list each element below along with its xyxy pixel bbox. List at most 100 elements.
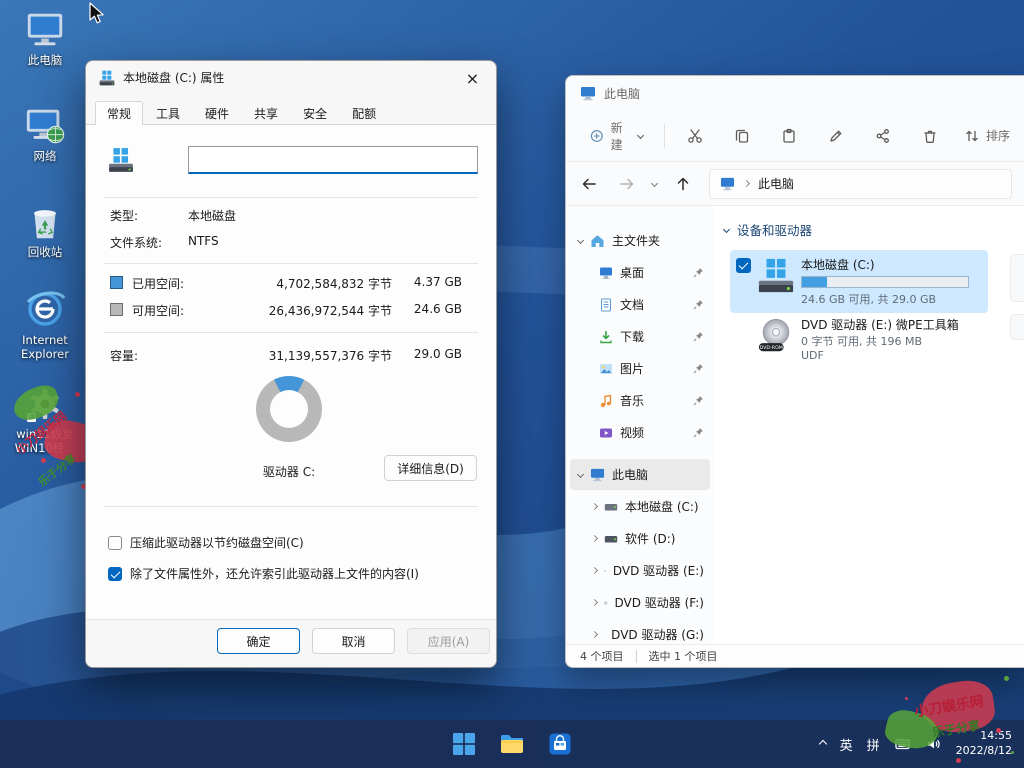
sidebar-item-drive-d[interactable]: 软件 (D:) xyxy=(570,523,710,554)
sidebar-item-drive-g[interactable]: DVD 驱动器 (G:) xyxy=(570,619,710,644)
drive-name: DVD 驱动器 (E:) 微PE工具箱 xyxy=(801,316,959,333)
desktop-icon-recycle-bin[interactable]: 回收站 xyxy=(6,202,84,259)
free-label: 可用空间: xyxy=(132,302,184,319)
delete-button[interactable] xyxy=(913,120,947,152)
pictures-icon xyxy=(599,362,613,376)
copy-button[interactable] xyxy=(725,120,759,152)
apply-button[interactable]: 应用(A) xyxy=(407,628,490,654)
index-checkbox[interactable]: 除了文件属性外，还允许索引此驱动器上文件的内容(I) xyxy=(108,565,488,582)
file-explorer-button[interactable] xyxy=(492,724,532,764)
checkbox-icon[interactable] xyxy=(108,536,122,550)
cut-icon xyxy=(687,128,703,144)
sidebar-item-videos[interactable]: 视频 xyxy=(570,417,710,448)
sidebar-item-desktop[interactable]: 桌面 xyxy=(570,257,710,288)
network-icon xyxy=(24,106,66,146)
tab-general[interactable]: 常规 xyxy=(95,101,143,125)
videos-icon xyxy=(599,426,613,440)
drive-caption: 驱动器 C: xyxy=(224,463,354,480)
share-button[interactable] xyxy=(866,120,900,152)
dvd-drive-icon: DVD-ROM xyxy=(757,316,795,356)
group-header-devices[interactable]: 设备和驱动器 xyxy=(724,220,812,239)
drive-item-partial[interactable] xyxy=(1010,254,1024,302)
drive-name: 本地磁盘 (C:) xyxy=(801,256,969,273)
gear-icon xyxy=(25,384,65,424)
drive-item-partial[interactable] xyxy=(1010,314,1024,340)
details-button[interactable]: 详细信息(D) xyxy=(384,455,477,481)
tab-security[interactable]: 安全 xyxy=(291,101,339,124)
explorer-titlebar[interactable]: 此电脑 xyxy=(566,76,1024,110)
back-icon xyxy=(581,176,598,192)
sort-button[interactable]: 排序 xyxy=(960,121,1014,150)
sidebar-item-music[interactable]: 音乐 xyxy=(570,385,710,416)
sidebar-item-drive-f[interactable]: DVD 驱动器 (F:) xyxy=(570,587,710,618)
collapse-chevron-icon[interactable] xyxy=(591,535,598,542)
collapse-chevron-icon[interactable] xyxy=(591,503,598,510)
expand-chevron-icon[interactable] xyxy=(577,237,584,244)
used-swatch xyxy=(110,276,123,289)
cut-button[interactable] xyxy=(678,120,712,152)
local-disk-icon xyxy=(757,256,795,296)
forward-button[interactable] xyxy=(615,173,637,195)
paste-icon xyxy=(781,128,797,144)
breadcrumb-item[interactable]: 此电脑 xyxy=(758,175,794,192)
desktop-icon-win11-restore[interactable]: win11恢复WIN10经... xyxy=(6,384,84,456)
desktop-folder-icon xyxy=(599,266,613,280)
sidebar-item-this-pc[interactable]: 此电脑 xyxy=(570,459,710,490)
drive-icon xyxy=(108,147,134,173)
tab-tools[interactable]: 工具 xyxy=(144,101,192,124)
store-button[interactable] xyxy=(540,724,580,764)
file-explorer-icon xyxy=(499,732,525,756)
drive-detail: 0 字节 可用, 共 196 MB xyxy=(801,333,959,349)
collapse-chevron-icon[interactable] xyxy=(591,567,598,574)
tab-quota[interactable]: 配额 xyxy=(340,101,388,124)
collapse-chevron-icon[interactable] xyxy=(591,599,598,606)
clock[interactable]: 14:55 2022/8/12 xyxy=(956,729,1012,759)
drive-item-e[interactable]: DVD-ROM DVD 驱动器 (E:) 微PE工具箱 0 字节 可用, 共 1… xyxy=(730,310,988,368)
sidebar-item-home[interactable]: 主文件夹 xyxy=(570,225,710,256)
tab-sharing[interactable]: 共享 xyxy=(242,101,290,124)
sidebar-item-drive-c[interactable]: 本地磁盘 (C:) xyxy=(570,491,710,522)
volume-icon[interactable] xyxy=(925,736,942,752)
start-button[interactable] xyxy=(444,724,484,764)
compress-checkbox[interactable]: 压缩此驱动器以节约磁盘空间(C) xyxy=(108,534,488,551)
back-button[interactable] xyxy=(578,173,600,195)
drive-item-c[interactable]: 本地磁盘 (C:) 24.6 GB 可用, 共 29.0 GB xyxy=(730,250,988,313)
selected-count: 选中 1 个项目 xyxy=(649,648,718,664)
pin-icon xyxy=(693,427,704,438)
sidebar-item-pictures[interactable]: 图片 xyxy=(570,353,710,384)
rename-button[interactable] xyxy=(819,120,853,152)
capacity-bytes: 31,139,557,376 字节 xyxy=(269,347,392,364)
downloads-icon xyxy=(599,330,613,344)
cancel-button[interactable]: 取消 xyxy=(312,628,395,654)
close-button[interactable]: × xyxy=(450,62,495,94)
desktop-icon-internet-explorer[interactable]: Internet Explorer xyxy=(6,288,84,362)
sidebar-item-downloads[interactable]: 下载 xyxy=(570,321,710,352)
explorer-toolbar: 新建 xyxy=(566,110,1024,162)
paste-button[interactable] xyxy=(772,120,806,152)
checkbox-icon[interactable] xyxy=(108,567,122,581)
sidebar-item-documents[interactable]: 文档 xyxy=(570,289,710,320)
collapse-chevron-icon[interactable] xyxy=(591,631,598,638)
drive-checkbox[interactable] xyxy=(736,258,751,273)
desktop-icon-this-pc[interactable]: 此电脑 xyxy=(6,10,84,67)
hidden-icons-chevron-icon[interactable] xyxy=(818,740,826,748)
expand-chevron-icon[interactable] xyxy=(577,471,584,478)
trash-icon xyxy=(922,128,938,144)
dialog-titlebar[interactable]: 本地磁盘 (C:) 属性 × xyxy=(86,61,496,94)
new-button[interactable]: 新建 xyxy=(582,113,651,159)
tray-language-indicator[interactable]: 英 xyxy=(840,735,853,754)
volume-label-input[interactable] xyxy=(188,146,478,174)
tray-ime-indicator[interactable]: 拼 xyxy=(867,735,880,754)
sidebar-item-drive-e[interactable]: DVD 驱动器 (E:) xyxy=(570,555,710,586)
touch-keyboard-icon[interactable] xyxy=(894,736,911,752)
up-button[interactable] xyxy=(672,173,694,195)
explorer-main-pane: 设备和驱动器 本地磁盘 (C:) xyxy=(714,206,1024,644)
tab-hardware[interactable]: 硬件 xyxy=(193,101,241,124)
recent-locations-chevron-icon[interactable] xyxy=(651,180,658,187)
ok-button[interactable]: 确定 xyxy=(217,628,300,654)
desktop-icon-network[interactable]: 网络 xyxy=(6,106,84,163)
separator xyxy=(104,197,478,198)
general-tab-page: 类型: 本地磁盘 文件系统: NTFS 已用空间: 4,702,584,832 … xyxy=(86,124,496,619)
pin-icon xyxy=(693,331,704,342)
breadcrumb[interactable]: 此电脑 xyxy=(709,169,1012,199)
